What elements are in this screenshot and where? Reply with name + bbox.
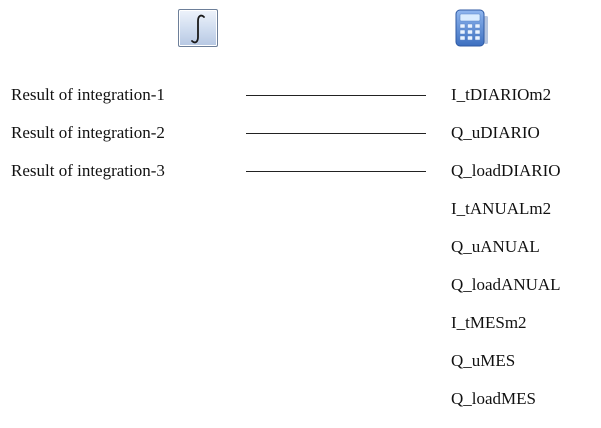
output-label-2[interactable]: Q_uDIARIO	[451, 123, 540, 143]
output-label-3[interactable]: Q_loadDIARIO	[451, 161, 561, 181]
output-label-5[interactable]: Q_uANUAL	[451, 237, 540, 257]
output-label-9[interactable]: Q_loadMES	[451, 389, 536, 409]
output-label-6[interactable]: Q_loadANUAL	[451, 275, 561, 295]
connection-line-3[interactable]	[246, 171, 426, 172]
output-label-4[interactable]: I_tANUALm2	[451, 199, 551, 219]
output-label-7[interactable]: I_tMESm2	[451, 313, 527, 333]
integral-symbol-graphic	[191, 14, 205, 44]
input-label-1[interactable]: Result of integration-1	[11, 85, 165, 105]
connection-line-2[interactable]	[246, 133, 426, 134]
calculator-graphic	[455, 9, 488, 47]
input-label-3[interactable]: Result of integration-3	[11, 161, 165, 181]
integral-icon[interactable]	[178, 9, 218, 47]
connection-canvas: Result of integration-1 Result of integr…	[0, 0, 601, 428]
input-label-2[interactable]: Result of integration-2	[11, 123, 165, 143]
output-label-1[interactable]: I_tDIARIOm2	[451, 85, 551, 105]
connection-line-1[interactable]	[246, 95, 426, 96]
output-label-8[interactable]: Q_uMES	[451, 351, 515, 371]
calculator-icon[interactable]	[450, 8, 494, 50]
